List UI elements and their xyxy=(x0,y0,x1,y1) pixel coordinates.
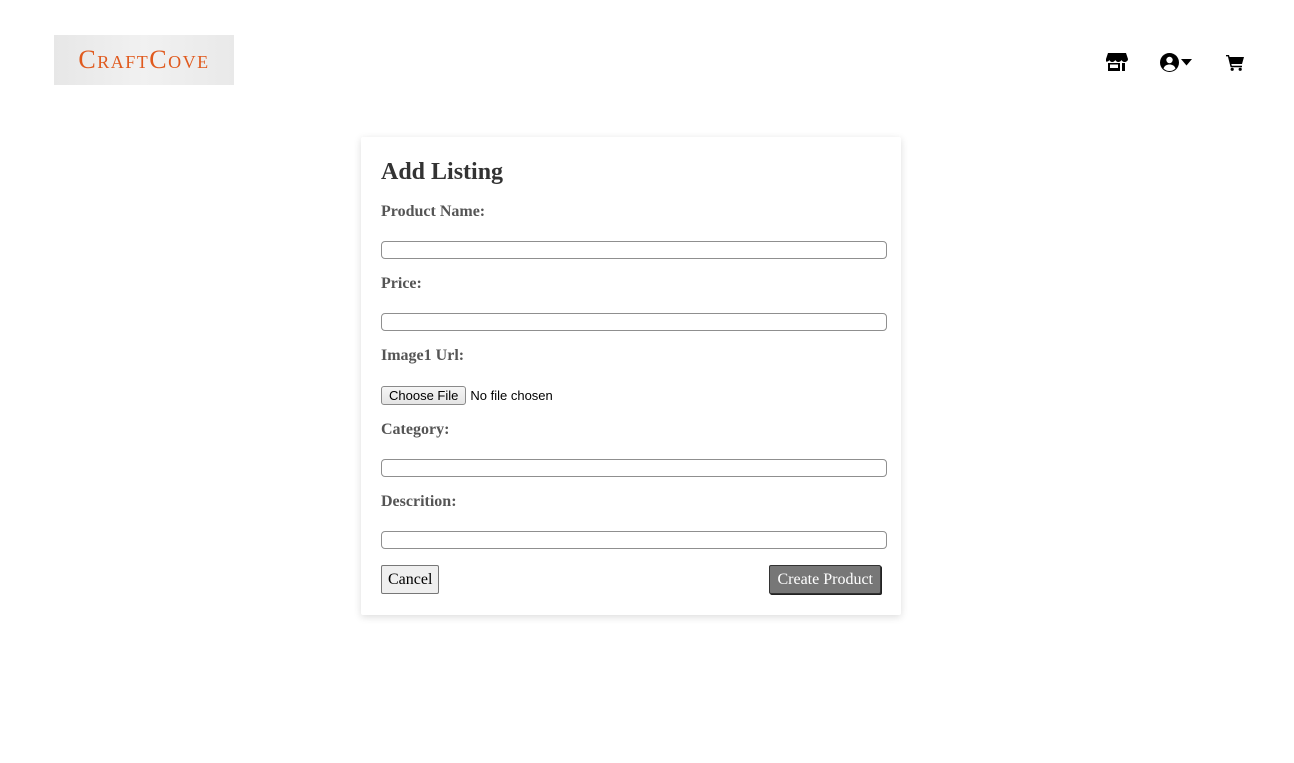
create-product-button[interactable]: Create Product xyxy=(769,565,881,594)
description-label: Descrition: xyxy=(381,493,457,510)
user-menu-button[interactable] xyxy=(1160,52,1192,72)
user-circle-icon xyxy=(1160,52,1179,72)
add-listing-form: Add Listing Product Name: Price: Image1 … xyxy=(361,137,901,615)
image1-url-label: Image1 Url: xyxy=(381,347,465,364)
choose-file-button[interactable]: Choose File xyxy=(381,386,467,405)
shopping-cart-icon xyxy=(1226,54,1244,71)
product-name-input[interactable] xyxy=(381,241,887,259)
store-icon xyxy=(1106,52,1128,72)
image1-file-input[interactable]: Choose File No file chosen xyxy=(381,386,553,405)
file-status-text: No file chosen xyxy=(470,388,553,403)
category-input[interactable] xyxy=(381,459,887,477)
site-header: CraftCove xyxy=(0,0,1294,120)
caret-down-icon xyxy=(1181,58,1192,66)
craftcove-logo[interactable]: CraftCove xyxy=(54,35,234,85)
store-button[interactable] xyxy=(1106,52,1128,72)
header-nav xyxy=(1106,48,1244,76)
product-name-label: Product Name: xyxy=(381,203,486,220)
description-input[interactable] xyxy=(381,531,887,549)
logo-text: CraftCove xyxy=(78,45,210,74)
price-label: Price: xyxy=(381,275,422,292)
cancel-button[interactable]: Cancel xyxy=(381,565,440,594)
category-label: Category: xyxy=(381,421,450,438)
form-title: Add Listing xyxy=(381,159,504,185)
price-input[interactable] xyxy=(381,313,887,331)
cart-button[interactable] xyxy=(1226,54,1244,71)
